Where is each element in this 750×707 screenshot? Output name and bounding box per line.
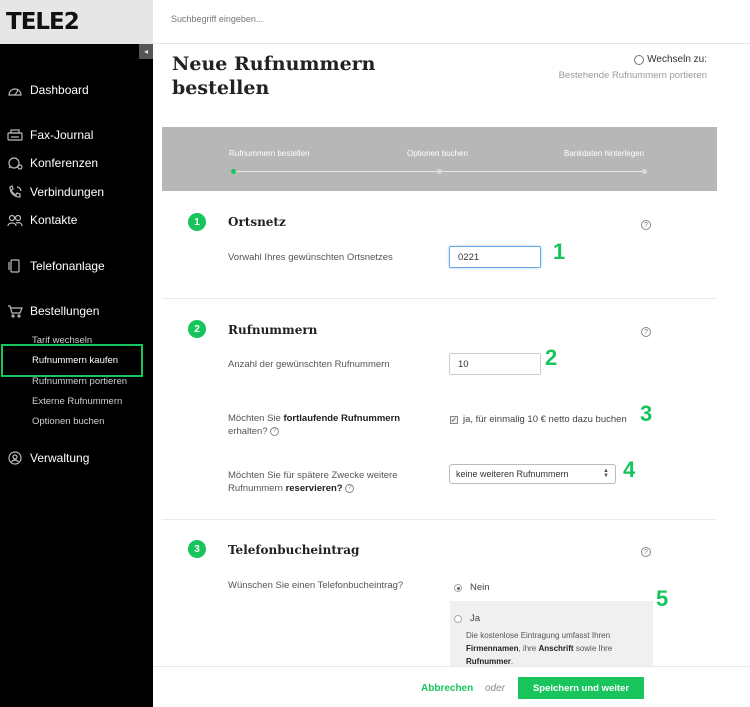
sidebar-item-bestellungen[interactable]: Bestellungen [6, 304, 99, 318]
annotation-5: 5 [656, 586, 669, 611]
conference-icon [6, 156, 24, 170]
sidebar-subitem-externe-rufnummern[interactable]: Externe Rufnummern [32, 396, 122, 407]
step-2-dot [437, 169, 442, 174]
telefonbuch-description: Die kostenlose Eintragung umfasst Ihren … [466, 631, 613, 666]
fortlaufende-label: Möchten Sie fortlaufende Rufnummern erha… [228, 413, 401, 437]
page-title: Neue Rufnummern bestellen [172, 53, 376, 99]
sidebar-subitem-optionen-buchen[interactable]: Optionen buchen [32, 416, 104, 427]
sidebar-item-label: Konferenzen [30, 156, 99, 170]
radio-nein-label: Nein [470, 582, 490, 593]
sidebar-collapse-button[interactable]: ◂ [139, 44, 153, 59]
logo-bar: TELE2 [0, 0, 153, 44]
sidebar-item-telefonanlage[interactable]: Telefonanlage [6, 259, 105, 273]
sidebar-subitem-rufnummern-portieren[interactable]: Rufnummern portieren [32, 376, 127, 387]
sidebar-item-dashboard[interactable]: Dashboard [6, 83, 89, 97]
cart-icon [6, 304, 24, 318]
dashboard-icon [6, 83, 24, 97]
top-bar [153, 0, 750, 44]
annotation-1: 1 [553, 239, 566, 264]
reservieren-select[interactable]: keine weiteren Rufnummern ▲ ▼ [449, 464, 616, 484]
help-icon[interactable]: ? [270, 426, 280, 436]
switch-icon [634, 54, 645, 65]
divider [162, 298, 717, 299]
sidebar: TELE2 ◂ Dashboard Fax-Journal Konferenze… [0, 0, 153, 707]
radio-nein-row[interactable]: Nein [454, 582, 490, 593]
help-icon[interactable]: ? [641, 220, 651, 230]
telefonbuch-label: Wünschen Sie einen Telefonbucheintrag? [228, 580, 404, 591]
sidebar-item-konferenzen[interactable]: Konferenzen [6, 156, 98, 170]
radio-ja-label: Ja [470, 613, 481, 624]
ortsnetz-input[interactable] [449, 246, 541, 268]
sidebar-item-verwaltung[interactable]: Verwaltung [6, 451, 89, 465]
tele2-logo[interactable]: TELE2 [6, 9, 80, 35]
sidebar-item-verbindungen[interactable]: Verbindungen [6, 185, 104, 199]
radio-ja-box: Ja Die kostenlose Eintragung umfasst Ihr… [450, 601, 653, 671]
sidebar-item-kontakte[interactable]: Kontakte [6, 213, 77, 227]
action-footer: Abbrechen oder Speichern und weiter [153, 666, 750, 707]
help-icon[interactable]: ? [641, 547, 651, 557]
phone-icon [6, 185, 24, 199]
user-icon [6, 451, 24, 465]
reservieren-label: Möchten Sie für spätere Zwecke weitere R… [228, 470, 398, 494]
progress-stepper: Rufnummern bestellen Optionen buchen Ban… [162, 127, 717, 191]
switch-label: Wechseln zu: [634, 54, 707, 65]
main-content: Neue Rufnummern bestellen Wechseln zu: B… [153, 44, 750, 707]
sidebar-item-label: Telefonanlage [30, 259, 105, 273]
cancel-link[interactable]: Abbrechen [421, 683, 473, 694]
search-input[interactable] [171, 14, 471, 24]
anzahl-label: Anzahl der gewünschten Rufnummern [228, 359, 390, 370]
step-3-label: Bankdaten hinterlegen [564, 149, 645, 158]
fax-icon [6, 128, 24, 142]
sidebar-item-label: Fax-Journal [30, 128, 94, 142]
fortlaufende-checkbox-row[interactable]: ✓ ja, für einmalig 10 € netto dazu buche… [450, 414, 627, 425]
step-1-dot [231, 169, 236, 174]
annotation-3: 3 [640, 401, 653, 426]
step-3-dot [642, 169, 647, 174]
step-1-label: Rufnummern bestellen [229, 149, 310, 158]
anzahl-rufnummern-input[interactable] [449, 353, 541, 375]
annotation-2: 2 [545, 345, 558, 370]
fortlaufende-checkbox-label: ja, für einmalig 10 € netto dazu buchen [463, 414, 627, 425]
sidebar-item-label: Bestellungen [30, 304, 100, 318]
sidebar-item-label: Verwaltung [30, 451, 90, 465]
help-icon[interactable]: ? [345, 483, 355, 493]
radio-ja[interactable] [454, 614, 462, 623]
contacts-icon [6, 213, 24, 227]
section-2-number: 2 [188, 320, 206, 338]
section-1-number: 1 [188, 213, 206, 231]
sidebar-item-label: Dashboard [30, 83, 89, 97]
ortsnetz-label: Vorwahl Ihres gewünschten Ortsnetzes [228, 252, 393, 263]
sidebar-item-label: Kontakte [30, 213, 78, 227]
or-text: oder [485, 683, 506, 694]
section-1-title: Ortsnetz [228, 215, 286, 229]
section-2-title: Rufnummern [228, 323, 318, 337]
sidebar-item-fax-journal[interactable]: Fax-Journal [6, 128, 93, 142]
sidebar-item-label: Verbindungen [30, 185, 105, 199]
switch-to-portieren-link[interactable]: Bestehende Rufnummern portieren [559, 70, 707, 81]
sidebar-subitem-rufnummern-kaufen[interactable]: Rufnummern kaufen [32, 355, 118, 366]
section-3-title: Telefonbucheintrag [228, 543, 360, 557]
phone-system-icon [6, 259, 24, 273]
help-icon[interactable]: ? [641, 327, 651, 337]
annotation-4: 4 [623, 457, 636, 482]
divider [162, 519, 717, 520]
radio-ja-row[interactable]: Ja [454, 613, 480, 624]
section-3-number: 3 [188, 540, 206, 558]
fortlaufende-checkbox[interactable]: ✓ [450, 415, 458, 424]
step-2-label: Optionen buchen [407, 149, 468, 158]
radio-nein[interactable] [454, 583, 462, 592]
select-arrows-icon: ▲ ▼ [603, 468, 609, 479]
save-and-continue-button[interactable]: Speichern und weiter [518, 677, 644, 699]
